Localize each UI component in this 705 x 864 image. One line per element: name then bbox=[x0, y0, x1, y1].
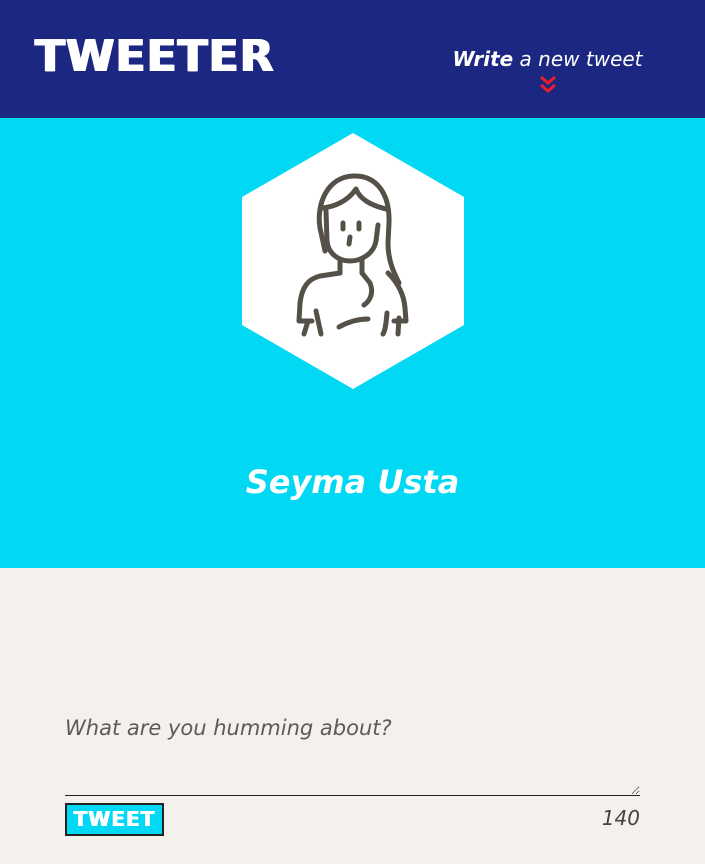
profile-name: Seyma Usta bbox=[245, 463, 460, 501]
write-new-tweet-toggle[interactable]: Write a new tweet bbox=[450, 44, 645, 96]
character-counter: 140 bbox=[601, 806, 640, 830]
top-nav: TWEETER Write a new tweet bbox=[0, 0, 705, 118]
tweet-button[interactable]: TWEET bbox=[65, 803, 164, 836]
double-chevron-down-icon[interactable] bbox=[539, 74, 557, 96]
woman-avatar-icon bbox=[242, 133, 464, 389]
write-new-tweet-label: Write a new tweet bbox=[450, 44, 645, 74]
profile-section: Seyma Usta bbox=[0, 118, 705, 568]
tweet-textarea[interactable] bbox=[65, 712, 640, 796]
write-label-strong: Write bbox=[452, 47, 514, 71]
write-label-rest: a new tweet bbox=[513, 47, 643, 71]
app-logo: TWEETER bbox=[35, 31, 275, 82]
compose-section: TWEET 140 bbox=[0, 568, 705, 864]
